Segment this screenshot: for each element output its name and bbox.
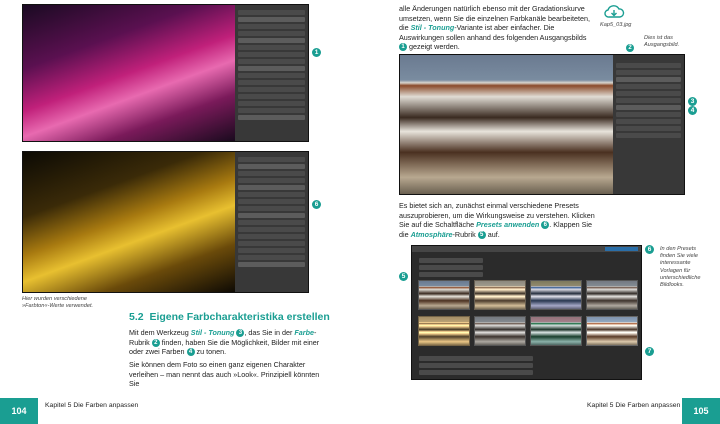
screenshot-house	[399, 54, 685, 195]
right-paragraph-2: Es bietet sich an, zunächst einmal versc…	[399, 201, 595, 239]
callout-6: 6	[645, 245, 654, 254]
presets-sidebar-rows	[416, 256, 486, 279]
callout-7: 7	[645, 347, 654, 356]
ref-2-marker: 2	[626, 44, 634, 52]
footer-left: Kapitel 5 Die Farben anpassen	[45, 402, 139, 409]
page-number-left: 104	[0, 398, 38, 424]
download-cloud-icon[interactable]	[603, 4, 625, 20]
presets-footer-rows	[416, 354, 536, 377]
right-paragraph-1: alle Änderungen natürlich ebenso mit der…	[399, 4, 590, 52]
presets-toolbar-button	[605, 247, 638, 251]
adjustment-panel	[613, 55, 684, 194]
section-heading: 5.2 Eigene Farbcharakteristika erstellen	[129, 311, 330, 323]
preset-thumb[interactable]	[474, 316, 526, 346]
callout-6: 6	[312, 200, 321, 209]
preset-thumb[interactable]	[530, 316, 582, 346]
figure-caption: Hier wurden verschiedene »Farbton«-Werte…	[22, 296, 94, 310]
ref-4-icon: 4	[186, 348, 195, 357]
left-paragraph-2: Sie können dem Foto so einen ganz eigene…	[129, 360, 320, 389]
left-paragraph-1: Mit dem Werkzeug Stil - Tonung 3, das Si…	[129, 328, 320, 357]
ref-5-icon: 5	[477, 230, 486, 239]
callout-4: 4	[688, 106, 697, 115]
heading-number: 5.2	[129, 311, 144, 323]
callout-1: 1	[312, 48, 321, 57]
screenshot-pink	[22, 4, 309, 142]
photo-pink-ride	[23, 5, 235, 141]
ref-2-icon: 2	[151, 338, 160, 347]
preset-thumb[interactable]	[586, 316, 638, 346]
preset-thumb[interactable]	[418, 316, 470, 346]
callout-5: 5	[399, 272, 408, 281]
heading-text: Eigene Farbcharakteristika erstellen	[149, 311, 330, 323]
photo-gold-ride	[23, 152, 235, 292]
download-label: Kap5_03.jpg	[600, 22, 632, 28]
note-ausgangsbild: Dies ist das Ausgangsbild.	[644, 35, 680, 49]
ref-1-icon: 1	[399, 43, 407, 52]
preset-thumb[interactable]	[586, 280, 638, 310]
adjustment-panel	[235, 5, 308, 141]
screenshot-gold	[22, 151, 309, 293]
preset-thumb[interactable]	[474, 280, 526, 310]
callout-3: 3	[688, 97, 697, 106]
adjustment-panel	[235, 152, 308, 292]
footer-right: Kapitel 5 Die Farben anpassen	[587, 402, 681, 409]
note-presets: In den Presets finden Sie viele interess…	[660, 246, 701, 289]
preset-thumb[interactable]	[530, 280, 582, 310]
page-number-right: 105	[682, 398, 720, 424]
photo-half-timbered-house	[400, 55, 613, 194]
screenshot-presets	[411, 245, 642, 380]
preset-thumb[interactable]	[418, 280, 470, 310]
